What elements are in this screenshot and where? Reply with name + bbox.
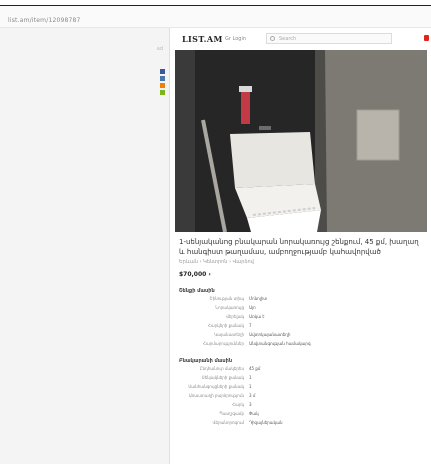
url-text[interactable]: list.am/item/12098787 xyxy=(8,17,81,24)
spec-row: Կայանատեղի Ավտոկայանատեղի xyxy=(179,330,419,339)
bathroom-photo xyxy=(175,50,427,232)
spec-key: Կայանատեղի xyxy=(214,332,244,337)
spec-key: Հարկերի քանակ xyxy=(207,323,244,328)
spec-row: Հարկ 3 xyxy=(179,400,419,409)
spec-row: Վերանորոգում Դիզայներական xyxy=(179,418,419,427)
left-ad-column: ad xyxy=(0,28,170,464)
search-input[interactable]: Search xyxy=(266,33,392,44)
spec-value: 3 մ xyxy=(249,393,256,398)
listing-location[interactable]: Երևան › Կենտրոն › Վարձով xyxy=(179,259,419,265)
spec-key: Պատշգամբ xyxy=(219,411,244,416)
spec-table: Շինության տիպ Մոնոլիտ Նորակառույց Այո Վերելա… xyxy=(179,294,419,348)
search-placeholder: Search xyxy=(279,36,297,42)
spec-key: Սենյակների քանակ xyxy=(201,375,244,380)
viber-icon[interactable] xyxy=(160,90,165,95)
vk-icon[interactable] xyxy=(160,76,165,81)
spec-row: Հարկերի քանակ 7 xyxy=(179,321,419,330)
address-bar[interactable]: list.am/item/12098787 xyxy=(0,6,431,28)
ad-label: ad xyxy=(156,46,163,52)
listing-info: 1-սենյականոց բնակարան նորակառույց շենքու… xyxy=(179,237,419,427)
spec-table: Ընդհանուր մակերես 45 քմ Սենյակների քանակ 1 Ս… xyxy=(179,364,419,427)
spec-key: Վերանորոգում xyxy=(212,420,244,425)
spec-key: Առաստաղի բարձրություն xyxy=(188,393,244,398)
spec-key: Սանհանգույցների քանակ xyxy=(188,384,244,389)
listing-price: $70,000 › xyxy=(179,271,211,278)
spec-row: Պատշգամբ Փակ xyxy=(179,409,419,418)
spec-value: Առկա է xyxy=(249,314,265,319)
facebook-icon[interactable] xyxy=(160,69,165,74)
spec-value: Դիզայներական xyxy=(249,420,283,425)
spec-key: Շինության տիպ xyxy=(209,296,244,301)
site-logo[interactable]: LIST.AM xyxy=(182,34,223,44)
spec-value: Մոնոլիտ xyxy=(249,296,268,301)
spec-value: Փակ xyxy=(249,411,259,416)
spec-key: Վերելակ xyxy=(225,314,244,319)
menu-icon[interactable] xyxy=(424,35,429,41)
spec-key: Նորակառույց xyxy=(215,305,244,310)
spec-key: Հարմարություններ xyxy=(203,341,244,346)
spec-row: Շինության տիպ Մոնոլիտ xyxy=(179,294,419,303)
spec-value: Ավտոկայանատեղի xyxy=(249,332,291,337)
spec-row: Ընդհանուր մակերես 45 քմ xyxy=(179,364,419,373)
spec-value: 1 xyxy=(249,384,252,389)
site-header: LIST.AM Gr Login Search xyxy=(170,28,431,50)
nav-link[interactable]: Gr Login xyxy=(225,36,246,42)
spec-value: 1 xyxy=(249,375,252,380)
spec-row: Վերելակ Առկա է xyxy=(179,312,419,321)
share-icons xyxy=(160,69,166,97)
spec-key: Ընդհանուր մակերես xyxy=(199,366,244,371)
spec-value: 7 xyxy=(249,323,252,328)
listing-title: 1-սենյականոց բնակարան նորակառույց շենքու… xyxy=(179,238,419,256)
spec-value: 3 xyxy=(249,402,252,407)
search-icon xyxy=(270,36,275,41)
spec-row: Նորակառույց Այո xyxy=(179,303,419,312)
spec-row: Սանհանգույցների քանակ 1 xyxy=(179,382,419,391)
spec-key: Հարկ xyxy=(232,402,244,407)
spec-value: Այո xyxy=(249,305,256,310)
spec-row: Հարմարություններ Անվտանգության համակարգ xyxy=(179,339,419,348)
spec-value: Անվտանգության համակարգ xyxy=(249,341,311,346)
page: ad LIST.AM Gr Login Search 1-սենյականոց … xyxy=(0,28,431,464)
ok-icon[interactable] xyxy=(160,83,165,88)
spec-value: 45 քմ xyxy=(249,366,261,371)
listing-photo[interactable] xyxy=(175,50,427,232)
spec-row: Սենյակների քանակ 1 xyxy=(179,373,419,382)
spec-row: Առաստաղի բարձրություն 3 մ xyxy=(179,391,419,400)
